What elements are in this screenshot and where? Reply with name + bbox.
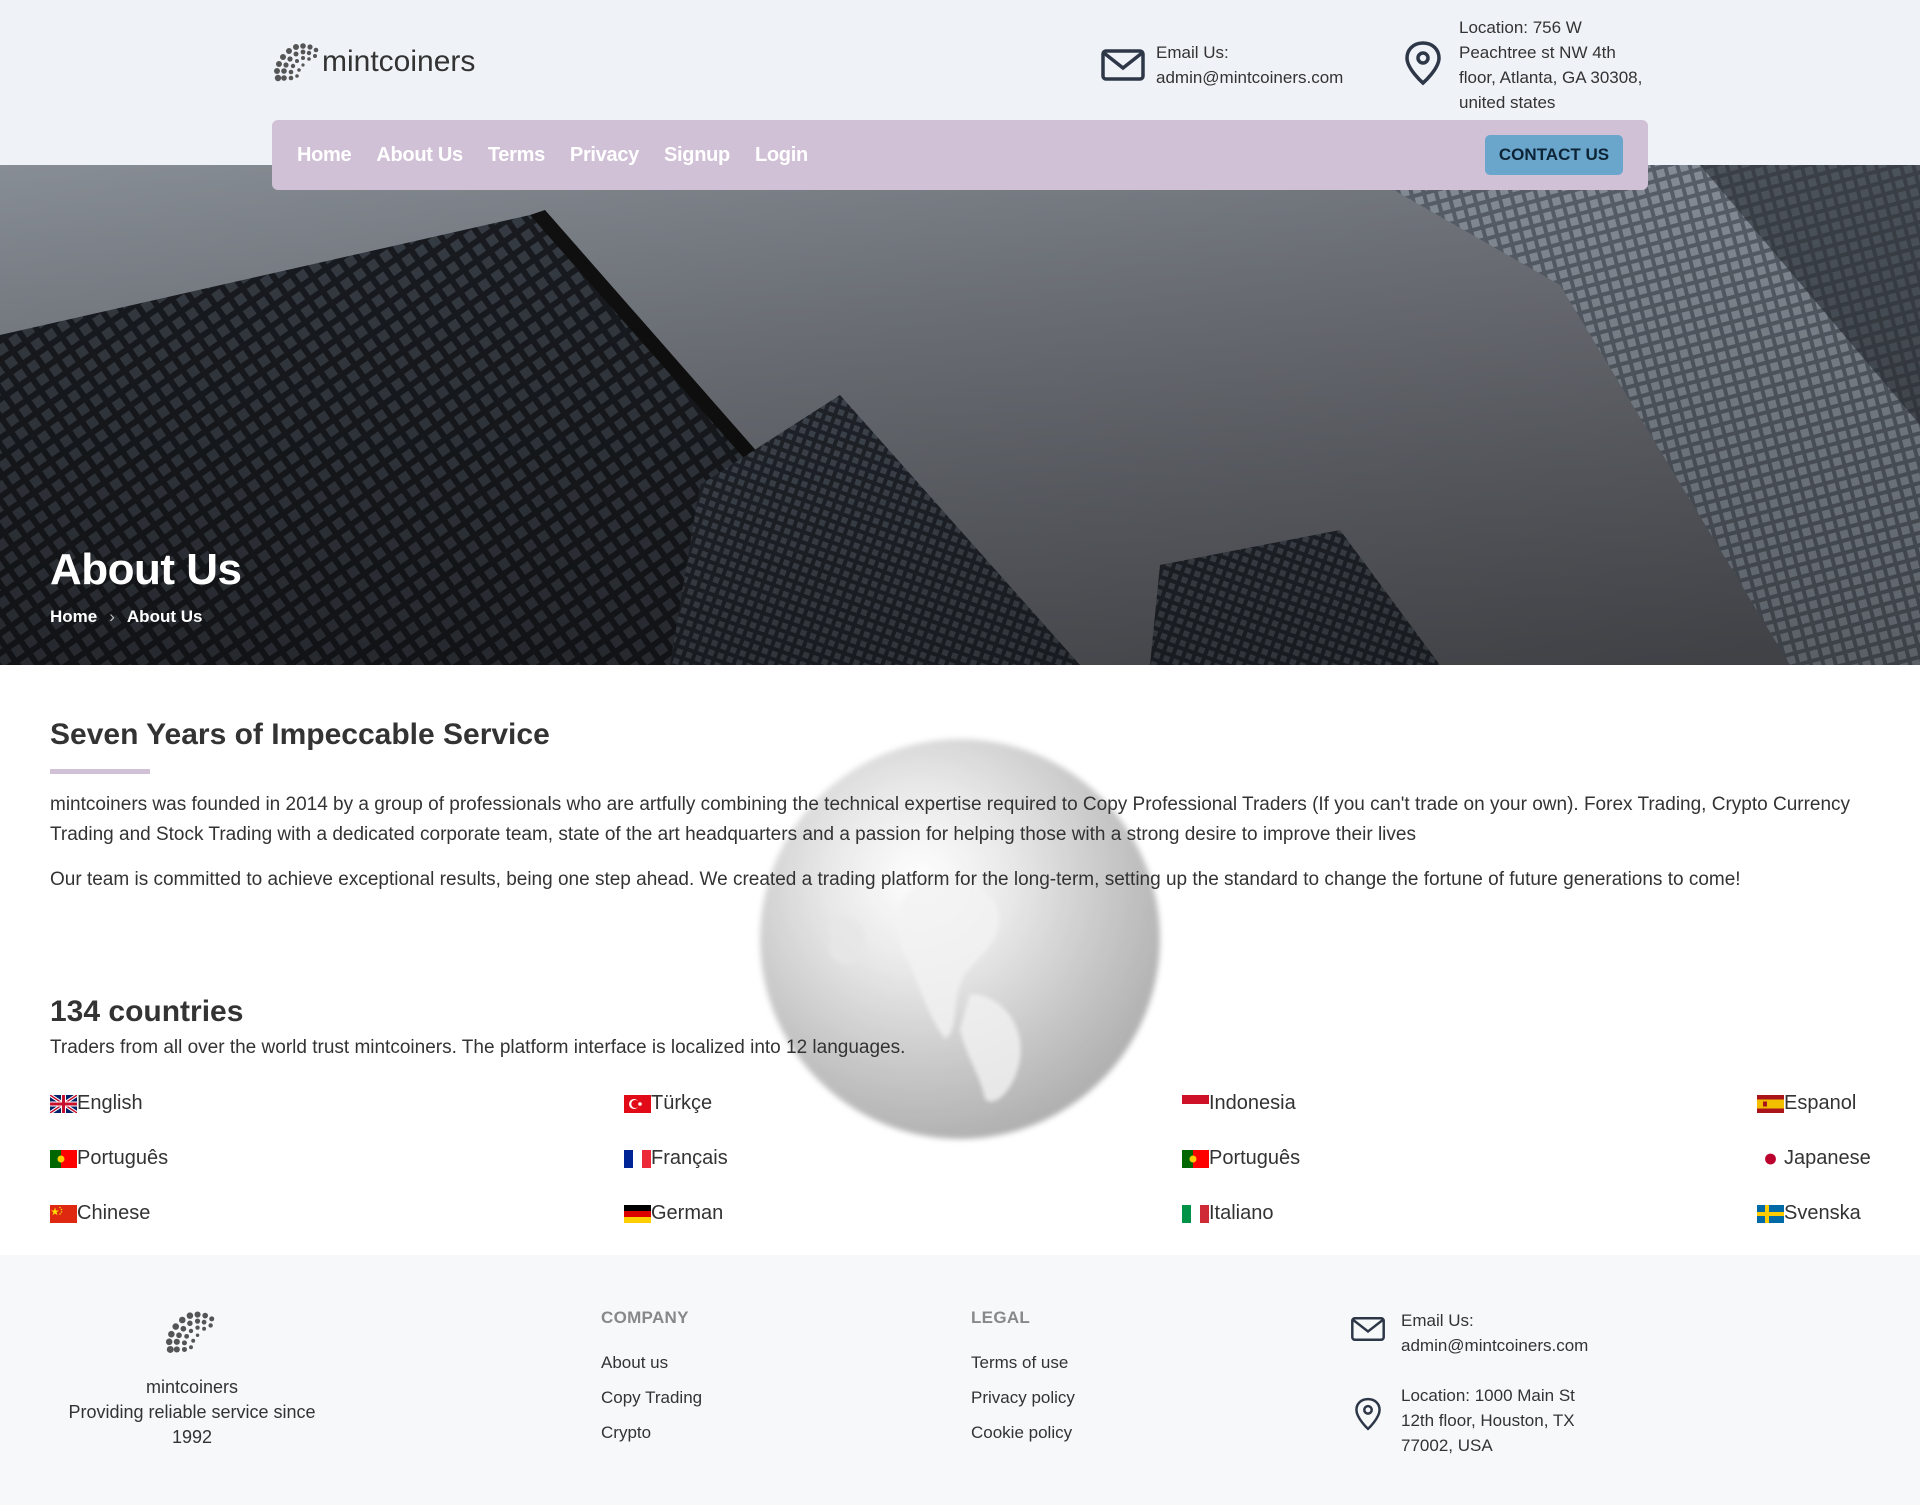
language-indonesia[interactable]: Indonesia [1182, 1092, 1296, 1115]
language-svenska[interactable]: Svenska [1757, 1202, 1861, 1225]
language-label: Japanese [1784, 1147, 1871, 1169]
mail-icon [1351, 1317, 1385, 1341]
china-flag-icon [50, 1204, 77, 1223]
main-navbar: Home About Us Terms Privacy Signup Login… [272, 120, 1648, 190]
footer-legal-title: LEGAL [971, 1308, 1031, 1327]
language-japanese[interactable]: Japanese [1757, 1147, 1871, 1170]
location-pin-icon [1405, 41, 1441, 86]
location-line: united states [1459, 93, 1556, 112]
nav-links: Home About Us Terms Privacy Signup Login [297, 120, 833, 190]
language-label: German [651, 1202, 724, 1224]
location-pin-icon [1355, 1397, 1381, 1431]
language-label: Türkçe [651, 1092, 713, 1114]
section-title: Seven Years of Impeccable Service [50, 718, 550, 751]
language-label: Italiano [1209, 1202, 1274, 1224]
about-section: Seven Years of Impeccable Service mintco… [0, 665, 1920, 1255]
location-line: floor, Atlanta, GA 30308, [1459, 68, 1643, 87]
spain-flag-icon [1757, 1094, 1784, 1113]
sweden-flag-icon [1757, 1204, 1784, 1223]
france-flag-icon [624, 1149, 651, 1168]
footer-link-crypto[interactable]: Crypto [601, 1423, 651, 1443]
nav-about-us[interactable]: About Us [376, 144, 463, 167]
turkey-flag-icon [624, 1094, 651, 1113]
footer-brand-name: mintcoiners [145, 1377, 239, 1397]
nav-home[interactable]: Home [297, 144, 352, 167]
email-address[interactable]: admin@mintcoiners.com [1156, 65, 1343, 90]
language-label: Français [651, 1147, 728, 1169]
footer-tagline: Providing reliable service since 1992 [68, 1402, 316, 1447]
page-title: About Us [50, 545, 242, 594]
footer-link-about-us[interactable]: About us [601, 1353, 668, 1373]
breadcrumb: Home › About Us [50, 607, 202, 627]
contact-us-button[interactable]: CONTACT US [1485, 135, 1623, 175]
nav-privacy[interactable]: Privacy [570, 144, 639, 167]
footer-link-privacy[interactable]: Privacy policy [971, 1388, 1075, 1408]
header-email: Email Us: admin@mintcoiners.com [1100, 40, 1343, 90]
about-paragraph: Our team is committed to achieve excepti… [50, 869, 1741, 890]
footer-link-cookie[interactable]: Cookie policy [971, 1423, 1072, 1443]
email-label: Email Us: [1156, 43, 1229, 62]
location-line: Peachtree st NW 4th [1459, 43, 1616, 62]
breadcrumb-current: About Us [126, 607, 203, 626]
language-francais[interactable]: Français [624, 1147, 728, 1170]
footer-company-title: COMPANY [601, 1308, 689, 1327]
mail-icon [1101, 49, 1145, 81]
footer-email-label: Email Us: [1401, 1311, 1474, 1330]
footer-link-copy-trading[interactable]: Copy Trading [601, 1388, 702, 1408]
language-label: Espanol [1784, 1092, 1857, 1114]
footer-logo-icon[interactable] [162, 1308, 220, 1356]
language-label: Chinese [77, 1202, 151, 1224]
skyscrapers-image [0, 165, 1920, 665]
header-location: Location: 756 W Peachtree st NW 4th floo… [1403, 15, 1642, 115]
language-label: Svenska [1784, 1202, 1861, 1224]
language-label: English [77, 1092, 143, 1114]
nav-login[interactable]: Login [755, 144, 808, 167]
site-footer: mintcoiners Providing reliable service s… [0, 1255, 1920, 1505]
breadcrumb-home[interactable]: Home [50, 607, 97, 627]
brand-name: mintcoiners [322, 45, 476, 78]
footer-brand: mintcoiners Providing reliable service s… [50, 1375, 334, 1450]
brand-logo[interactable]: mintcoiners [272, 40, 475, 84]
countries-subtitle: Traders from all over the world trust mi… [50, 1037, 906, 1058]
countries-title: 134 countries [50, 995, 244, 1028]
footer-location: Location: 1000 Main St 12th floor, Houst… [1349, 1383, 1575, 1458]
footer-email-address[interactable]: admin@mintcoiners.com [1401, 1333, 1588, 1358]
uk-flag-icon [50, 1094, 77, 1113]
language-label: Português [1209, 1147, 1301, 1169]
language-german[interactable]: German [624, 1202, 723, 1225]
footer-email: Email Us: admin@mintcoiners.com [1349, 1308, 1588, 1358]
germany-flag-icon [624, 1204, 651, 1223]
language-portugues-2[interactable]: Português [1182, 1147, 1300, 1170]
italy-flag-icon [1182, 1204, 1209, 1223]
language-portugues[interactable]: Português [50, 1147, 168, 1170]
nav-terms[interactable]: Terms [488, 144, 545, 167]
title-underline [50, 769, 150, 774]
language-label: Português [77, 1147, 169, 1169]
indonesia-flag-icon [1182, 1094, 1209, 1113]
footer-location-line: Location: 1000 Main St [1401, 1386, 1575, 1405]
logo-icon [274, 43, 319, 82]
japan-flag-icon [1757, 1149, 1784, 1168]
portugal-flag-icon [50, 1149, 77, 1168]
hero-banner: About Us Home › About Us [0, 165, 1920, 665]
about-paragraph: mintcoiners was founded in 2014 by a gro… [50, 794, 1851, 845]
footer-link-terms[interactable]: Terms of use [971, 1353, 1068, 1373]
footer-location-line: 77002, USA [1401, 1436, 1493, 1455]
language-english[interactable]: English [50, 1092, 143, 1115]
nav-signup[interactable]: Signup [664, 144, 730, 167]
chevron-right-icon: › [109, 607, 115, 626]
language-italiano[interactable]: Italiano [1182, 1202, 1274, 1225]
language-label: Indonesia [1209, 1092, 1296, 1114]
footer-location-line: 12th floor, Houston, TX [1401, 1411, 1575, 1430]
location-line: Location: 756 W [1459, 18, 1582, 37]
language-espanol[interactable]: Espanol [1757, 1092, 1856, 1115]
portugal-flag-icon [1182, 1149, 1209, 1168]
language-turkce[interactable]: Türkçe [624, 1092, 712, 1115]
language-chinese[interactable]: Chinese [50, 1202, 150, 1225]
